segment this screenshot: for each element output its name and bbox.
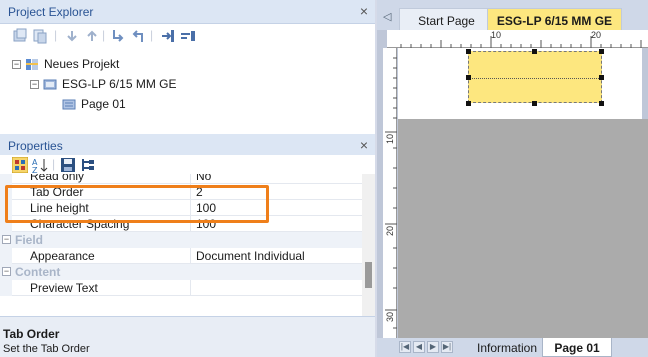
add-icon[interactable] [12, 28, 28, 44]
tree-item-label: Neues Projekt [44, 57, 120, 71]
ruler-label: 30 [385, 311, 395, 322]
resize-handle[interactable] [466, 101, 471, 106]
tab-page-01[interactable]: Page 01 [542, 338, 612, 357]
tree-item-label: ESG-LP 6/15 MM GE [62, 77, 177, 91]
description-title: Tab Order [3, 327, 60, 341]
properties-toolbar: AZ | [0, 155, 375, 175]
column-divider [190, 280, 191, 296]
project-icon [26, 58, 38, 70]
document-tabstrip: ◁ Start Page ESG-LP 6/15 MM GE [377, 0, 648, 30]
svg-text:Z: Z [32, 166, 38, 173]
editor-pane: ◁ Start Page ESG-LP 6/15 MM GE 10 20 10 … [377, 0, 648, 357]
property-description: Tab Order Set the Tab Order [0, 316, 375, 357]
tab-esg-lp[interactable]: ESG-LP 6/15 MM GE [487, 8, 622, 30]
outdent-icon[interactable] [130, 28, 146, 44]
device-icon [43, 79, 57, 89]
project-explorer-close-icon[interactable]: × [360, 3, 368, 19]
row-gutter [0, 280, 12, 296]
row-divider [12, 295, 362, 296]
save-icon[interactable] [60, 157, 76, 173]
ruler-label: 20 [591, 30, 602, 40]
collapse-icon[interactable]: − [12, 59, 21, 69]
alphabetical-icon[interactable]: AZ [32, 157, 48, 173]
property-name: Read only [30, 174, 85, 183]
collapse-icon[interactable]: − [2, 235, 11, 244]
scrollbar-thumb[interactable] [365, 262, 372, 288]
tab-scroll-left-icon[interactable]: ◁ [383, 10, 391, 23]
horizontal-ruler: 10 20 [387, 30, 648, 48]
ruler-ticks [400, 36, 642, 48]
resize-handle[interactable] [599, 75, 604, 80]
category-name: Content [15, 265, 61, 279]
move-up-icon[interactable] [84, 28, 100, 44]
resize-handle[interactable] [466, 49, 471, 54]
description-text: Set the Tab Order [3, 343, 90, 355]
tab-information[interactable]: Information [467, 338, 547, 357]
property-value[interactable]: No [196, 174, 211, 183]
toolbar-separator: | [54, 28, 58, 42]
property-value[interactable]: Document Individual [196, 249, 305, 263]
tree-item-project[interactable]: − Neues Projekt [12, 55, 119, 73]
tab-start-page[interactable]: Start Page [399, 8, 494, 30]
row-gutter [0, 248, 12, 264]
category-row-content[interactable]: − Content [0, 264, 362, 280]
tree-item-device[interactable]: − ESG-LP 6/15 MM GE [30, 75, 177, 93]
resize-handle[interactable] [466, 75, 471, 80]
property-row-preview-text[interactable]: Preview Text [0, 280, 362, 296]
collapse-icon[interactable]: − [2, 267, 11, 276]
next-page-icon[interactable]: ▶ [427, 341, 439, 353]
ruler-label: 10 [491, 30, 502, 40]
resize-handle[interactable] [599, 49, 604, 54]
tree-item-label: Page 01 [81, 97, 126, 111]
first-page-icon[interactable]: |◀ [399, 341, 411, 353]
selected-text-field[interactable] [468, 51, 602, 103]
last-page-icon[interactable]: ▶| [441, 341, 453, 353]
project-explorer-title: Project Explorer [8, 5, 94, 19]
vertical-ruler: 10 20 30 [383, 48, 397, 338]
tree-icon[interactable] [80, 157, 96, 173]
move-down-icon[interactable] [64, 28, 80, 44]
properties-title: Properties [8, 139, 63, 153]
ruler-ticks [385, 57, 397, 329]
page-tabstrip: |◀ ◀ ▶ ▶| Information Page 01 [377, 338, 648, 357]
properties-close-icon[interactable]: × [360, 137, 368, 153]
page-icon [62, 99, 76, 109]
property-row-read-only[interactable]: Read only No [0, 174, 362, 184]
highlight-annotation [5, 185, 269, 223]
resize-handle[interactable] [532, 49, 537, 54]
project-explorer-header: Project Explorer × [0, 0, 375, 24]
project-tree: − Neues Projekt − ESG-LP 6/15 MM GE Page… [0, 55, 375, 131]
indent-icon[interactable] [110, 28, 126, 44]
design-canvas[interactable] [398, 48, 642, 119]
collapse-icon[interactable]: − [30, 79, 39, 89]
toolbar-separator: | [102, 28, 106, 42]
property-name: Appearance [30, 249, 95, 263]
project-explorer-toolbar: | | | [0, 24, 375, 48]
ruler-label: 20 [385, 225, 395, 236]
property-row-appearance[interactable]: Appearance Document Individual [0, 248, 362, 264]
copy-icon[interactable] [32, 28, 48, 44]
resize-handle[interactable] [532, 101, 537, 106]
ruler-label: 10 [385, 133, 395, 144]
lines-icon[interactable] [180, 28, 196, 44]
category-row-field[interactable]: − Field [0, 232, 362, 248]
previous-page-icon[interactable]: ◀ [413, 341, 425, 353]
insert-icon[interactable] [160, 28, 176, 44]
category-name: Field [15, 233, 44, 247]
row-gutter [0, 174, 12, 184]
tree-item-page[interactable]: Page 01 [62, 95, 126, 113]
field-divider [469, 78, 601, 79]
toolbar-separator: | [52, 157, 56, 171]
toolbar-separator: | [150, 28, 154, 42]
resize-handle[interactable] [599, 101, 604, 106]
canvas-background [398, 119, 648, 338]
categorized-icon[interactable] [12, 157, 28, 173]
left-pane: Project Explorer × | | | − Neues Projekt… [0, 0, 375, 357]
property-name: Preview Text [30, 281, 98, 295]
column-divider [190, 248, 191, 264]
property-grid-scrollbar[interactable] [362, 174, 375, 316]
